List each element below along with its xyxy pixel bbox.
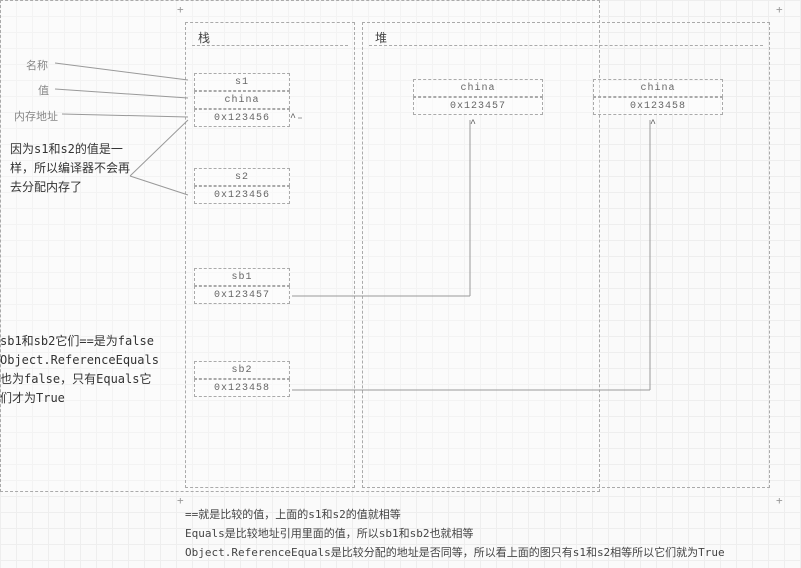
heap-column: 堆 china 0x123457 china 0x123458 [362, 22, 770, 488]
corner-plus-icon: + [776, 3, 783, 16]
sb2-name-cell: sb2 [194, 361, 290, 379]
label-name: 名称 [26, 57, 48, 73]
footer-line-1: ==就是比较的值，上面的s1和s2的值就相等 [185, 505, 725, 524]
s1-name-cell: s1 [194, 73, 290, 91]
s1-value-cell: china [194, 91, 290, 109]
corner-plus-icon: + [177, 494, 184, 507]
s2-name-cell: s2 [194, 168, 290, 186]
column-separator [369, 45, 763, 46]
note-s1s2: 因为s1和s2的值是一样，所以编译器不会再去分配内存了 [10, 140, 140, 197]
heap-header: 堆 [375, 29, 387, 46]
sb1-name-cell: sb1 [194, 268, 290, 286]
cell-text: china [224, 95, 259, 106]
cell-text: sb2 [231, 365, 252, 376]
cell-text: 0x123457 [214, 290, 270, 301]
cell-text: china [640, 83, 675, 94]
cell-text: 0x123456 [214, 113, 270, 124]
caret-icon: ^ [650, 118, 657, 131]
heap-obj1-addr-cell: 0x123457 [413, 97, 543, 115]
heap-obj2-addr-cell: 0x123458 [593, 97, 723, 115]
heap-obj1-value-cell: china [413, 79, 543, 97]
sb1-addr-cell: 0x123457 [194, 286, 290, 304]
corner-plus-icon: + [776, 494, 783, 507]
stack-header: 栈 [198, 29, 210, 46]
sb2-addr-cell: 0x123458 [194, 379, 290, 397]
cell-text: sb1 [231, 272, 252, 283]
footer-line-3: Object.ReferenceEquals是比较分配的地址是否同等，所以看上面… [185, 543, 725, 562]
column-separator [192, 45, 348, 46]
stack-column: 栈 s1 china 0x123456 s2 0x123456 sb1 0x12… [185, 22, 355, 488]
note-sb: sb1和sb2它们==是为false Object.ReferenceEqual… [0, 332, 160, 408]
diagram-content: + + + + 栈 s1 china 0x123456 s2 0x123456 … [0, 0, 801, 568]
cell-text: 0x123458 [214, 383, 270, 394]
cell-text: china [460, 83, 495, 94]
corner-plus-icon: + [177, 3, 184, 16]
caret-icon: ^ [470, 118, 477, 131]
label-value: 值 [38, 82, 49, 98]
cell-text: 0x123456 [214, 190, 270, 201]
caret-icon: ^ [290, 112, 297, 125]
heap-obj2-value-cell: china [593, 79, 723, 97]
s2-addr-cell: 0x123456 [194, 186, 290, 204]
s1-addr-cell: 0x123456 [194, 109, 290, 127]
label-addr: 内存地址 [14, 108, 58, 124]
cell-text: 0x123457 [450, 101, 506, 112]
footer-notes: ==就是比较的值，上面的s1和s2的值就相等 Equals是比较地址引用里面的值… [185, 505, 725, 562]
footer-line-2: Equals是比较地址引用里面的值，所以sb1和sb2也就相等 [185, 524, 725, 543]
cell-text: 0x123458 [630, 101, 686, 112]
cell-text: s1 [235, 77, 249, 88]
cell-text: s2 [235, 172, 249, 183]
